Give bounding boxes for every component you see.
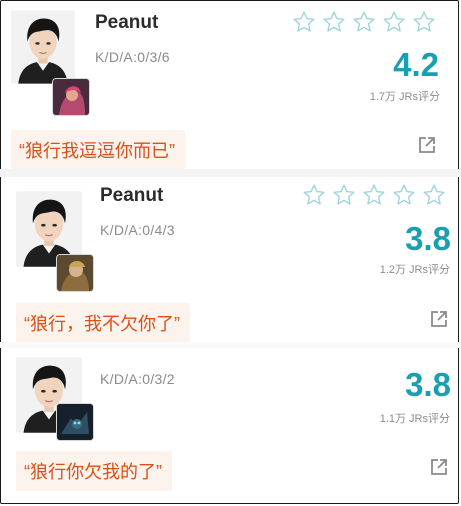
average-score: 3.8	[405, 366, 451, 403]
share-icon[interactable]	[429, 309, 449, 329]
top-comment[interactable]: “狼行你欠我的了”	[16, 451, 172, 491]
star-icon[interactable]	[352, 10, 376, 34]
rating-stars[interactable]	[302, 183, 446, 207]
star-icon[interactable]	[412, 10, 436, 34]
rating-stars[interactable]	[292, 10, 436, 34]
player-card[interactable]: K/D/A:0/3/2 3.8 1.1万 JRs评分 “狼行你欠我的了”	[0, 348, 461, 506]
star-icon[interactable]	[332, 183, 356, 207]
star-icon[interactable]	[422, 183, 446, 207]
star-icon[interactable]	[382, 10, 406, 34]
xin-zhao-champion-icon	[56, 254, 94, 292]
kda-stats: K/D/A:0/3/2	[100, 371, 175, 387]
top-comment[interactable]: “狼行，我不欠你了”	[16, 303, 190, 343]
rating-count: 1.7万 JRs评分	[369, 91, 440, 103]
share-icon[interactable]	[417, 135, 437, 155]
average-score: 3.8	[405, 220, 451, 257]
top-comment[interactable]: “狼行我逗逗你而已”	[11, 130, 185, 170]
rating-count: 1.2万 JRs评分	[379, 264, 450, 276]
star-icon[interactable]	[362, 183, 386, 207]
kda-stats: K/D/A:0/4/3	[100, 222, 175, 238]
player-name: Peanut	[100, 185, 164, 206]
star-icon[interactable]	[302, 183, 326, 207]
kda-stats: K/D/A:0/3/6	[95, 49, 170, 65]
rating-count: 1.1万 JRs评分	[379, 413, 450, 425]
vi-champion-icon	[52, 78, 90, 116]
star-icon[interactable]	[292, 10, 316, 34]
player-card[interactable]: Peanut K/D/A:0/3/6 4.2 1.7万 JRs评分 “狼行我逗逗…	[0, 0, 461, 170]
average-score: 4.2	[393, 46, 439, 83]
player-name: Peanut	[95, 12, 159, 33]
player-card[interactable]: Peanut K/D/A:0/4/3 3.8 1.2万 JRs评分 “狼行，我不…	[0, 177, 461, 343]
kha-zix-champion-icon	[56, 403, 94, 441]
share-icon[interactable]	[429, 457, 449, 477]
card-divider	[0, 169, 461, 177]
star-icon[interactable]	[322, 10, 346, 34]
player-avatar	[11, 10, 75, 84]
star-icon[interactable]	[392, 183, 416, 207]
